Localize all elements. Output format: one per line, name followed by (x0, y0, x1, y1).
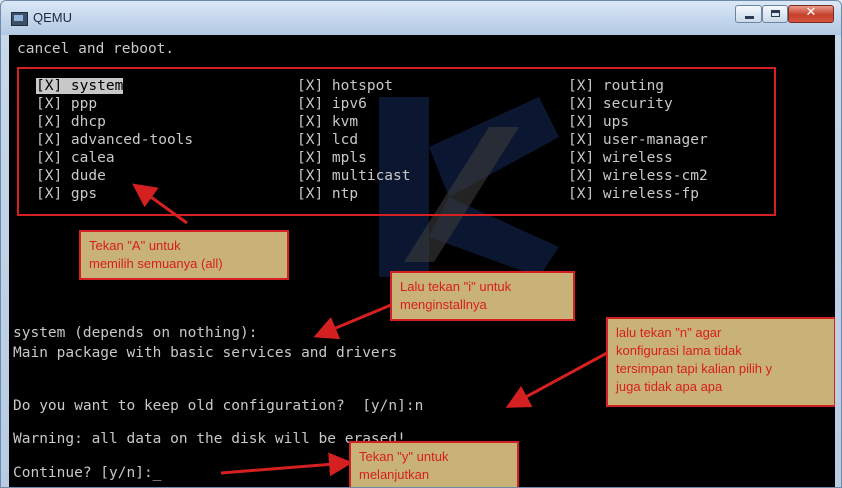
annotation-i-line-1: Lalu tekan "i" untuk (400, 279, 512, 294)
window-title: QEMU (33, 10, 72, 25)
annotation-press-i: Lalu tekan "i" untuk menginstallnya (390, 271, 575, 321)
arrow-y (220, 452, 353, 477)
annotation-a-line-2: memilih semuanya (all) (89, 256, 223, 271)
annotation-n-line-3: tersimpan tapi kalian pilih y (616, 361, 773, 376)
close-button[interactable]: ✕ (788, 5, 834, 23)
arrow-a (132, 183, 188, 225)
qemu-app-icon (11, 12, 28, 26)
maximize-button[interactable] (762, 5, 788, 23)
title-bar[interactable]: QEMU ✕ (1, 1, 841, 35)
close-icon: ✕ (805, 5, 817, 20)
annotation-n-line-2: konfigurasi lama tidak (616, 343, 742, 358)
annotation-a-line-1: Tekan "A" untuk (89, 238, 181, 253)
arrow-n (505, 351, 608, 408)
annotation-n-line-1: lalu tekan "n" agar (616, 325, 722, 340)
annotation-i-line-2: menginstallnya (400, 297, 487, 312)
annotation-y-line-1: Tekan "y" untuk (359, 449, 449, 464)
qemu-window: QEMU ✕ cancel and reboot. [X] system [X]… (0, 0, 842, 488)
annotation-n-line-4: juga tidak apa apa (616, 379, 723, 394)
annotation-press-y: Tekan "y" untuk melanjutkan (349, 441, 519, 487)
annotation-press-a: Tekan "A" untuk memilih semuanya (all) (79, 230, 289, 280)
terminal-screen[interactable]: cancel and reboot. [X] system [X] ppp [X… (9, 35, 835, 487)
minimize-icon (745, 16, 754, 19)
annotation-press-n: lalu tekan "n" agar konfigurasi lama tid… (606, 317, 835, 407)
arrow-i (313, 303, 392, 340)
annotation-y-line-2: melanjutkan (359, 467, 430, 482)
minimize-button[interactable] (735, 5, 762, 23)
maximize-icon (771, 10, 780, 17)
